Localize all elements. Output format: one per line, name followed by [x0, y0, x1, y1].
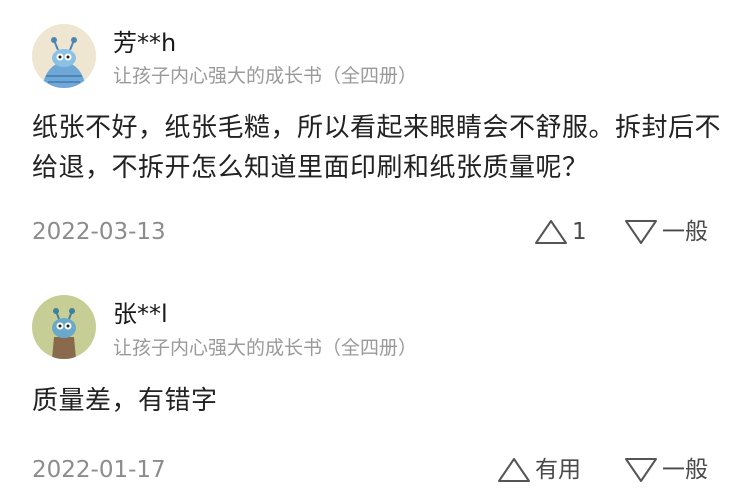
- username: 芳**h: [113, 29, 177, 57]
- useful-label: 1: [572, 219, 587, 245]
- alien-mug-avatar-icon: [32, 295, 96, 359]
- average-label: 一般: [662, 219, 708, 245]
- review-content: 纸张不好，纸张毛糙，所以看起来眼睛会不舒服。拆封后不给退，不拆开怎么知道里面印刷…: [32, 113, 722, 183]
- review-content: 质量差，有错字: [32, 386, 218, 416]
- useful-label: 有用: [535, 457, 581, 483]
- username: 张**l: [113, 300, 168, 328]
- avatar[interactable]: [32, 24, 96, 88]
- useful-button[interactable]: 有用: [497, 455, 581, 485]
- product-title[interactable]: 让孩子内心强大的成长书（全四册）: [113, 64, 417, 88]
- review-card: 芳**h 让孩子内心强大的成长书（全四册） 纸张不好，纸张毛糙，所以看起来眼睛会…: [0, 0, 750, 265]
- avatar[interactable]: [32, 295, 96, 359]
- triangle-up-icon: [498, 458, 530, 482]
- average-button[interactable]: 一般: [624, 217, 708, 247]
- alien-ufo-avatar-icon: [32, 24, 96, 88]
- average-label: 一般: [662, 457, 708, 483]
- useful-button[interactable]: 1: [534, 217, 587, 247]
- triangle-down-icon: [625, 458, 657, 482]
- triangle-up-icon: [535, 220, 567, 244]
- average-button[interactable]: 一般: [624, 455, 708, 485]
- triangle-down-icon: [625, 220, 657, 244]
- product-title[interactable]: 让孩子内心强大的成长书（全四册）: [113, 336, 417, 360]
- review-date: 2022-03-13: [32, 219, 166, 245]
- review-date: 2022-01-17: [32, 457, 166, 483]
- review-card: 张**l 让孩子内心强大的成长书（全四册） 质量差，有错字 2022-01-17…: [0, 265, 750, 503]
